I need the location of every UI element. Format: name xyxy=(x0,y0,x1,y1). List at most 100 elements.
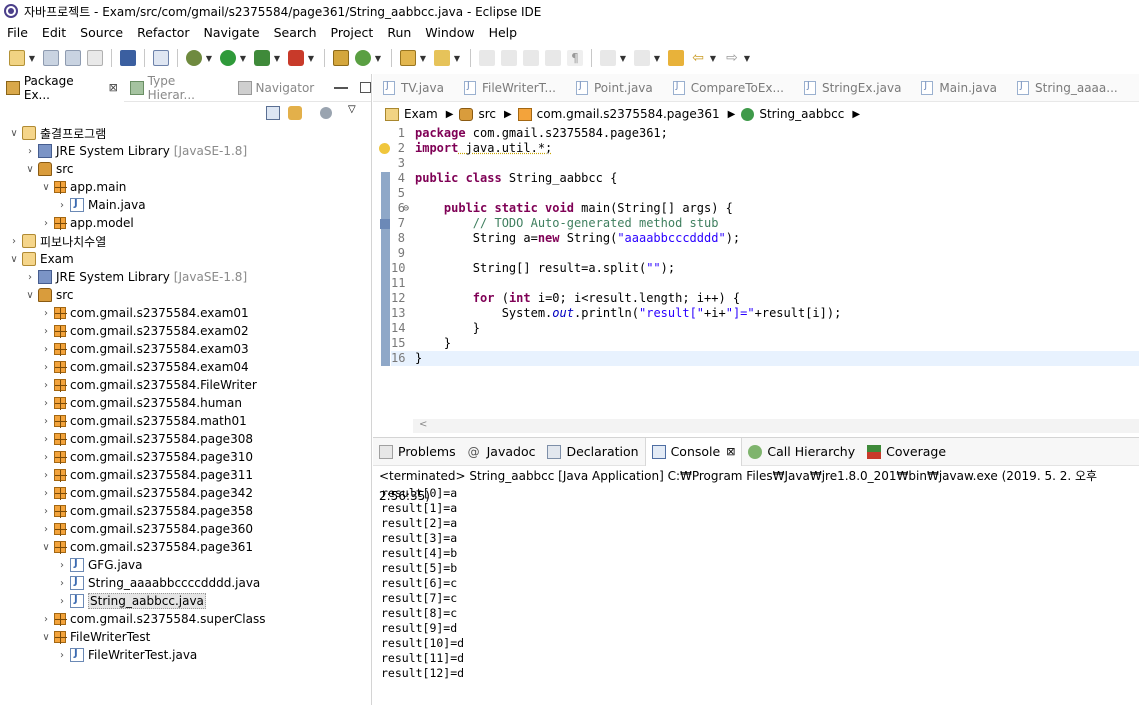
tree-item[interactable]: ∨ app.main xyxy=(0,178,372,196)
chevron-right-icon[interactable]: › xyxy=(40,344,52,355)
tab-package-explorer[interactable]: Package Ex... ⊠ xyxy=(0,73,124,102)
tab-problems[interactable]: Problems xyxy=(373,438,462,466)
editor-tab[interactable]: CompareToEx... xyxy=(663,74,794,102)
chevron-right-icon[interactable]: › xyxy=(40,506,52,517)
chevron-right-icon[interactable]: › xyxy=(40,488,52,499)
search-dropdown-icon[interactable]: ▼ xyxy=(453,54,461,63)
forward-icon[interactable]: ⇨ xyxy=(724,50,740,66)
tab-console[interactable]: Console ⊠ xyxy=(644,437,743,466)
open-type-icon[interactable] xyxy=(400,50,416,66)
chevron-right-icon[interactable]: › xyxy=(40,218,52,229)
chevron-right-icon[interactable]: › xyxy=(56,596,68,607)
code-editor[interactable]: ⊖ 1 package com.gmail.s2375584.page361; 2… xyxy=(373,126,1139,416)
chevron-right-icon[interactable]: › xyxy=(56,650,68,661)
chevron-right-icon[interactable]: › xyxy=(56,578,68,589)
breadcrumb-src[interactable]: src xyxy=(459,107,496,121)
view-menu-icon[interactable]: ▽ xyxy=(348,104,356,115)
chevron-right-icon[interactable]: › xyxy=(40,452,52,463)
tree-item[interactable]: ∨ 출결프로그램 xyxy=(0,124,372,142)
run-dropdown-icon[interactable]: ▼ xyxy=(239,54,247,63)
external-tools-icon[interactable] xyxy=(288,50,304,66)
chevron-down-icon[interactable]: ∨ xyxy=(40,632,52,643)
debug-icon[interactable] xyxy=(186,50,202,66)
focus-on-active-task-icon[interactable] xyxy=(320,107,332,119)
next-annotation-icon[interactable] xyxy=(600,50,616,66)
breadcrumb-class[interactable]: String_aabbcc xyxy=(741,107,844,121)
chevron-down-icon[interactable]: ∨ xyxy=(40,542,52,553)
chevron-right-icon[interactable]: › xyxy=(40,308,52,319)
tree-item[interactable]: › com.gmail.s2375584.page360 xyxy=(0,520,372,538)
menu-source[interactable]: Source xyxy=(73,25,130,40)
next-annotation-dropdown-icon[interactable]: ▼ xyxy=(619,54,627,63)
tree-item[interactable]: › com.gmail.s2375584.page310 xyxy=(0,448,372,466)
chevron-right-icon[interactable]: › xyxy=(40,470,52,481)
tree-item[interactable]: ∨ src xyxy=(0,286,372,304)
back-icon[interactable]: ⇦ xyxy=(690,50,706,66)
tree-item[interactable]: › com.gmail.s2375584.FileWriter xyxy=(0,376,372,394)
chevron-down-icon[interactable]: ∨ xyxy=(8,128,20,139)
editor-tab[interactable]: String_aaaa... xyxy=(1007,74,1128,102)
breadcrumb-package[interactable]: com.gmail.s2375584.page361 xyxy=(517,107,720,121)
chevron-right-icon[interactable]: › xyxy=(40,614,52,625)
chevron-right-icon[interactable]: › xyxy=(24,272,36,283)
warning-lightbulb-icon[interactable] xyxy=(379,143,390,154)
chevron-right-icon[interactable]: › xyxy=(56,560,68,571)
chevron-right-icon[interactable]: › xyxy=(40,398,52,409)
chevron-right-icon[interactable]: › xyxy=(8,236,20,247)
tree-item[interactable]: › com.gmail.s2375584.superClass xyxy=(0,610,372,628)
tab-javadoc[interactable]: @ Javadoc xyxy=(462,438,542,466)
menu-refactor[interactable]: Refactor xyxy=(130,25,196,40)
chevron-down-icon[interactable]: ∨ xyxy=(40,182,52,193)
task-marker-icon[interactable] xyxy=(380,219,390,229)
debug-dropdown-icon[interactable]: ▼ xyxy=(205,54,213,63)
editor-tab[interactable]: Point.java xyxy=(566,74,663,102)
tree-item[interactable]: › com.gmail.s2375584.page308 xyxy=(0,430,372,448)
tree-item[interactable]: › Main.java xyxy=(0,196,372,214)
tree-item[interactable]: ∨ FileWriterTest xyxy=(0,628,372,646)
coverage-icon[interactable] xyxy=(254,50,270,66)
print-icon[interactable] xyxy=(87,50,103,66)
tree-item[interactable]: ∨ com.gmail.s2375584.page361 xyxy=(0,538,372,556)
editor-tab[interactable]: Main.java xyxy=(911,74,1007,102)
tree-item[interactable]: › JRE System Library [JavaSE-1.8] xyxy=(0,268,372,286)
tree-item[interactable]: › 피보나치수열 xyxy=(0,232,372,250)
console-output[interactable]: result[0]=a result[1]=a result[2]=a resu… xyxy=(373,486,1139,681)
back-dropdown-icon[interactable]: ▼ xyxy=(709,54,717,63)
menu-navigate[interactable]: Navigate xyxy=(197,25,267,40)
forward-dropdown-icon[interactable]: ▼ xyxy=(743,54,751,63)
tree-item[interactable]: › com.gmail.s2375584.page342 xyxy=(0,484,372,502)
coverage-dropdown-icon[interactable]: ▼ xyxy=(273,54,281,63)
edit-pen-icon[interactable] xyxy=(501,50,517,66)
search-icon[interactable] xyxy=(434,50,450,66)
editor-tab[interactable]: FileWriterT... xyxy=(454,74,566,102)
new-icon[interactable] xyxy=(9,50,25,66)
chevron-down-icon[interactable]: ∨ xyxy=(24,164,36,175)
toggle-mark-occurrences-icon[interactable] xyxy=(479,50,495,66)
menu-file[interactable]: File xyxy=(0,25,35,40)
tree-item[interactable]: › GFG.java xyxy=(0,556,372,574)
new-class-dropdown-icon[interactable]: ▼ xyxy=(374,54,382,63)
chevron-down-icon[interactable]: ∨ xyxy=(8,254,20,265)
tree-item[interactable]: › com.gmail.s2375584.page358 xyxy=(0,502,372,520)
last-edit-icon[interactable] xyxy=(668,50,684,66)
new-java-class-icon[interactable] xyxy=(355,50,371,66)
tab-declaration[interactable]: Declaration xyxy=(541,438,644,466)
open-type-dropdown-icon[interactable]: ▼ xyxy=(419,54,427,63)
editor-tab[interactable]: TV.java xyxy=(373,74,454,102)
menu-search[interactable]: Search xyxy=(267,25,324,40)
block-selection-icon[interactable] xyxy=(523,50,539,66)
tree-item[interactable]: › JRE System Library [JavaSE-1.8] xyxy=(0,142,372,160)
tree-item[interactable]: › com.gmail.s2375584.page311 xyxy=(0,466,372,484)
tree-item[interactable]: › String_aaaabbccccdddd.java xyxy=(0,574,372,592)
chevron-right-icon[interactable]: › xyxy=(40,416,52,427)
save-icon[interactable] xyxy=(43,50,59,66)
show-whitespace-icon[interactable]: ¶ xyxy=(567,50,583,66)
chevron-right-icon[interactable]: › xyxy=(40,380,52,391)
tab-navigator[interactable]: Navigator xyxy=(232,74,321,102)
chevron-down-icon[interactable]: ∨ xyxy=(24,290,36,301)
collapse-all-icon[interactable] xyxy=(266,106,280,120)
chevron-right-icon[interactable]: › xyxy=(40,524,52,535)
tree-item[interactable]: › com.gmail.s2375584.exam04 xyxy=(0,358,372,376)
tree-item[interactable]: › com.gmail.s2375584.exam01 xyxy=(0,304,372,322)
link-with-editor-icon[interactable] xyxy=(288,106,302,120)
